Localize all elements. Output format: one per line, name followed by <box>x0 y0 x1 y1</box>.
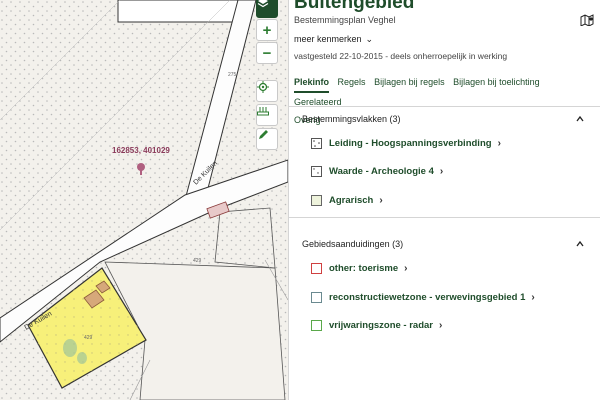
list-item[interactable]: reconstructiewetzone - verwevingsgebied … <box>311 292 535 303</box>
chevron-right-icon: › <box>531 292 535 303</box>
chevron-right-icon: › <box>379 195 383 206</box>
list-item[interactable]: vrijwaringszone - radar › <box>311 320 442 331</box>
legend-swatch <box>311 320 322 331</box>
layers-icon <box>257 0 269 8</box>
coordinate-label: 162853, 401029 <box>112 146 170 155</box>
chevron-right-icon: › <box>497 138 501 149</box>
legend-swatch <box>311 166 322 177</box>
measure-button[interactable] <box>256 104 278 126</box>
parcel-number: 275 <box>228 72 237 78</box>
minus-icon: − <box>262 44 272 62</box>
tab-gerelateerd[interactable]: Gerelateerd <box>294 93 342 111</box>
divider <box>289 106 600 107</box>
plus-icon: + <box>262 21 272 39</box>
list-item[interactable]: Waarde - Archeologie 4 › <box>311 166 443 177</box>
chevron-down-icon: ⌄ <box>365 34 374 44</box>
chevron-right-icon: › <box>404 263 408 274</box>
map-pin-icon <box>137 163 145 175</box>
map-icon[interactable] <box>580 14 594 26</box>
meer-label: meer kenmerken <box>294 34 362 44</box>
locate-button[interactable] <box>256 80 278 102</box>
chevron-right-icon: › <box>439 320 443 331</box>
list-item[interactable]: Agrarisch › <box>311 195 383 206</box>
page-title: Buitengebied <box>294 0 415 13</box>
draw-button[interactable] <box>256 128 278 150</box>
item-label: Leiding - Hoogspanningsverbinding <box>329 138 492 149</box>
list-item[interactable]: other: toerisme › <box>311 263 408 274</box>
chevron-up-icon[interactable] <box>576 240 584 248</box>
ruler-icon <box>257 107 269 116</box>
legend-swatch <box>311 263 322 274</box>
parcel-number: 429 <box>193 258 202 264</box>
layers-button[interactable] <box>256 0 278 18</box>
section-bestemmingsvlakken[interactable]: Bestemmingsvlakken (3) <box>302 114 401 124</box>
tab-bijlagen-toelichting[interactable]: Bijlagen bij toelichting <box>453 73 540 91</box>
legend-swatch <box>311 195 322 206</box>
tab-regels[interactable]: Regels <box>338 73 366 91</box>
item-label: Agrarisch <box>329 195 374 206</box>
parcel-number: 429 <box>84 335 93 341</box>
item-label: reconstructiewetzone - verwevingsgebied … <box>329 292 526 303</box>
tab-plekinfo[interactable]: Plekinfo <box>294 73 330 93</box>
info-panel: Buitengebied Bestemmingsplan Veghel meer… <box>288 0 600 400</box>
item-label: Waarde - Archeologie 4 <box>329 166 434 177</box>
legend-swatch <box>311 292 322 303</box>
tab-bijlagen-regels[interactable]: Bijlagen bij regels <box>374 73 445 91</box>
plan-subtitle: Bestemmingsplan Veghel <box>294 15 396 25</box>
list-item[interactable]: Leiding - Hoogspanningsverbinding › <box>311 138 501 149</box>
zoom-out-button[interactable]: − <box>256 42 278 64</box>
pencil-icon <box>259 130 268 139</box>
chevron-right-icon: › <box>439 166 444 177</box>
item-label: other: toerisme <box>329 263 399 274</box>
zoom-in-button[interactable]: + <box>256 19 278 41</box>
divider <box>289 217 600 218</box>
meer-kenmerken-toggle[interactable]: meer kenmerken ⌄ <box>294 34 373 45</box>
chevron-up-icon[interactable] <box>576 115 584 123</box>
map-view[interactable]: De Kuilen De Kuilen 275 429 429 162853, … <box>0 0 288 400</box>
locate-icon <box>257 81 269 93</box>
legend-swatch <box>311 138 322 149</box>
section-gebiedsaanduidingen[interactable]: Gebiedsaanduidingen (3) <box>302 239 403 249</box>
status-text: vastgesteld 22-10-2015 - deels onherroep… <box>294 51 508 61</box>
item-label: vrijwaringszone - radar <box>329 320 434 331</box>
map-canvas[interactable]: De Kuilen De Kuilen 275 429 429 <box>0 0 288 400</box>
